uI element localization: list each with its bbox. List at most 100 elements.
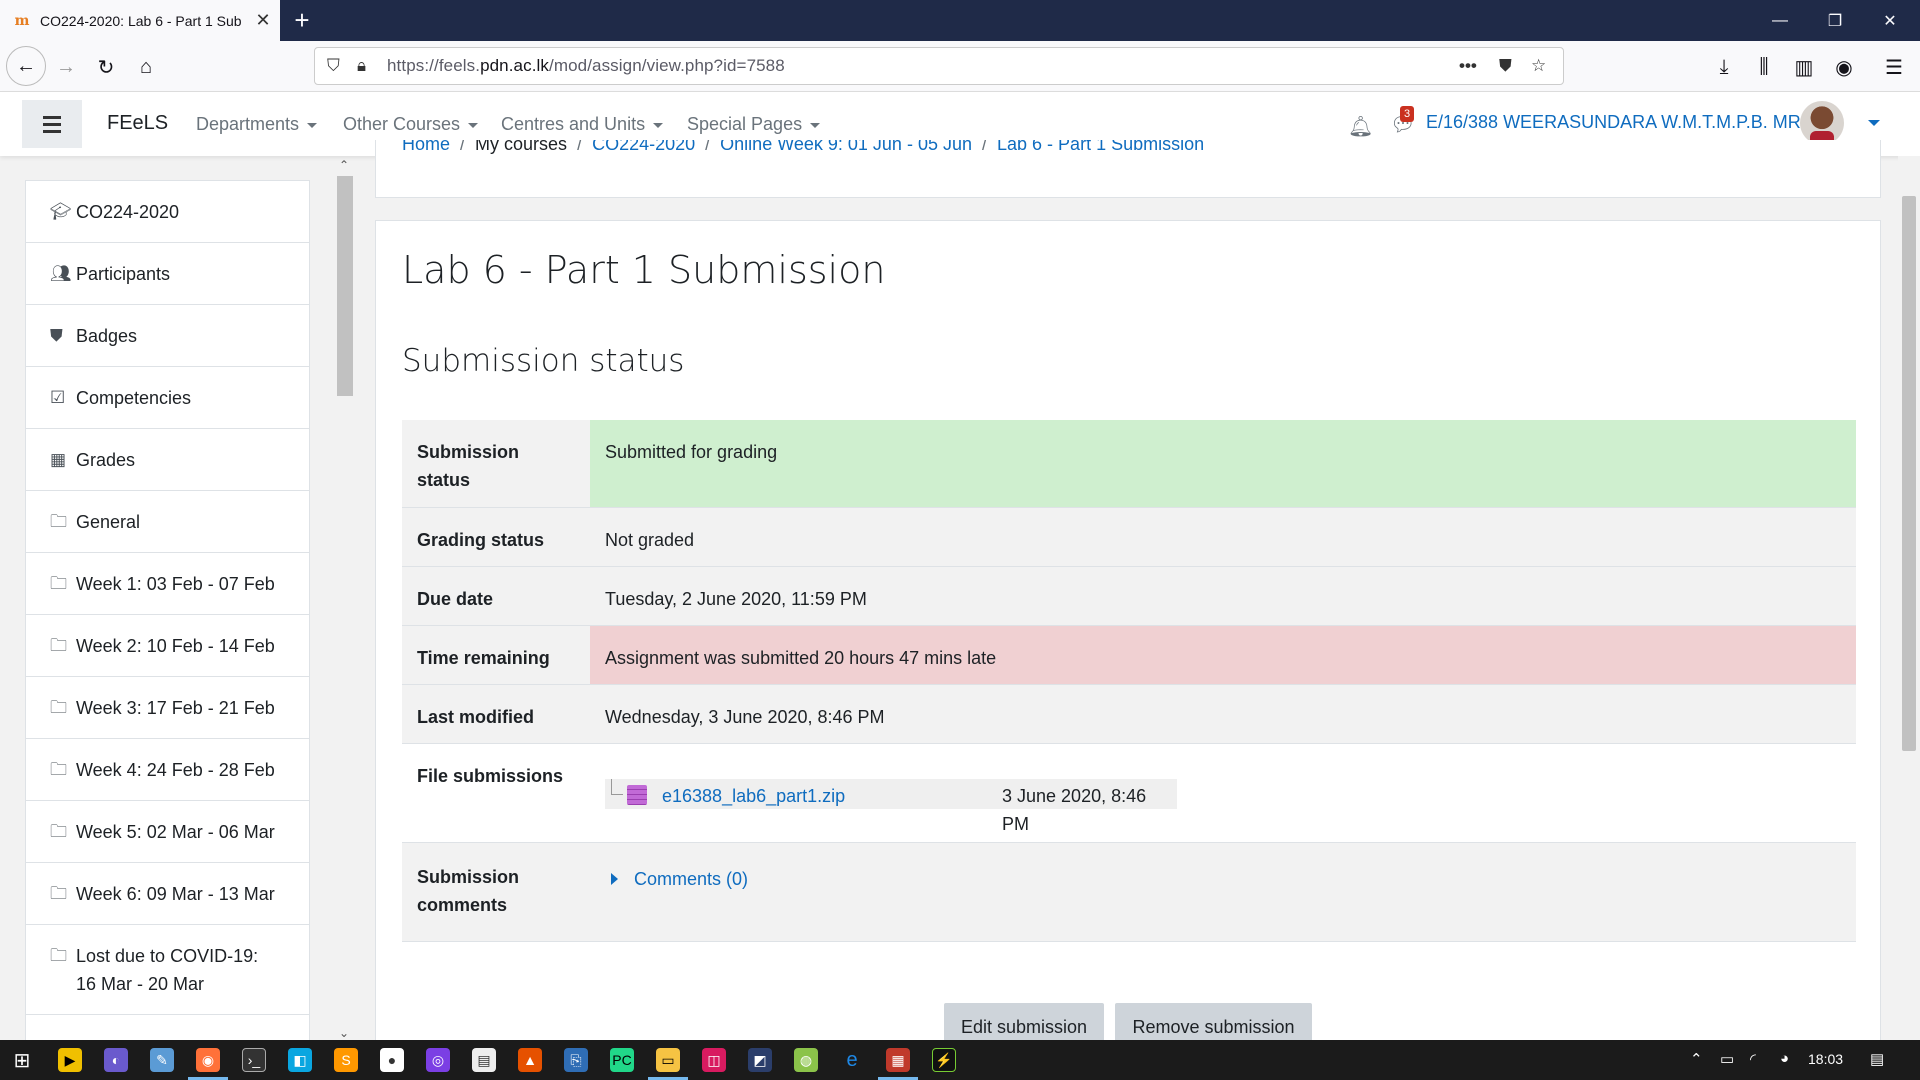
row-label: Submission status [417,442,520,490]
window-close-icon[interactable]: ✕ [1860,0,1920,41]
file-link[interactable]: e16388_lab6_part1.zip [662,782,845,810]
row-label: Grading status [417,530,545,550]
pocket-icon[interactable]: ⛊ [1499,56,1512,76]
avatar[interactable] [1800,101,1844,145]
matlab-icon[interactable]: ▲ [518,1048,542,1072]
breadcrumb-course[interactable]: CO224-2020 [592,140,695,154]
notification-bell-icon[interactable]: 🔔︎ [1348,114,1373,139]
media-player-icon[interactable]: ▶ [58,1048,82,1072]
windows-start-icon[interactable]: ⊞ [10,1048,34,1072]
site-brand[interactable]: FEeLS [107,112,168,135]
page-actions-icon[interactable]: ••• [1459,56,1477,76]
table-row: Due date Tuesday, 2 June 2020, 11:59 PM [402,567,1856,626]
pycharm-icon[interactable]: PC [610,1048,634,1072]
browser-tab[interactable]: m CO224-2020: Lab 6 - Part 1 Sub ✕ [0,0,280,41]
course-nav-drawer: 🎓︎ CO224-2020 👥︎ Participants ⛊ Badges ☑ Com… [25,180,310,1042]
app-icon[interactable]: ⚡ [932,1048,956,1072]
user-menu-caret-icon[interactable] [1868,120,1880,126]
users-icon: 👥︎ [50,264,72,283]
account-icon[interactable]: ◉ [1826,49,1862,85]
breadcrumb-week[interactable]: Online Week 9: 01 Jun - 05 Jun [720,140,972,154]
menu-special-pages[interactable]: Special Pages [687,114,821,135]
section-title: Submission status [402,343,685,379]
breadcrumb-my-courses[interactable]: My courses [475,140,567,154]
grading-status-value: Not graded [605,530,695,550]
file-explorer-icon[interactable]: ▭ [656,1048,680,1072]
user-menu-name[interactable]: E/16/388 WEERASUNDARA W.M.T.M.P.B. MR [1426,112,1801,133]
menu-departments[interactable]: Departments [196,114,318,135]
tray-app-icon[interactable]: ◕ [1780,1050,1789,1067]
firefox-icon[interactable]: ◉ [196,1048,220,1072]
home-icon[interactable]: ⌂ [128,49,164,85]
breadcrumb: Home / My courses / CO224-2020/Online Week 9… [402,140,1204,155]
sidebar-item-competencies[interactable]: ☑ Competencies [26,367,309,429]
chrome-icon[interactable]: ● [380,1048,404,1072]
drawer-toggle-button[interactable] [22,100,82,148]
graduation-cap-icon: 🎓︎ [50,202,72,221]
reload-icon[interactable]: ↻ [88,49,124,85]
url-bar[interactable]: ⛉ 🔒︎ https://feels.pdn.ac.lk/mod/assign/… [314,47,1564,85]
lock-icon[interactable]: 🔒︎ [357,56,366,76]
drawer-scroll-thumb[interactable] [337,176,353,396]
last-modified-value: Wednesday, 3 June 2020, 8:46 PM [605,707,885,727]
submission-status-value: Submitted for grading [590,420,1856,507]
bookmark-star-icon[interactable]: ☆ [1531,56,1546,76]
page-scroll-thumb[interactable] [1902,196,1916,751]
sublime-icon[interactable]: S [334,1048,358,1072]
app-icon[interactable]: ◐ [104,1048,128,1072]
sidebar-item-badges[interactable]: ⛊ Badges [26,305,309,367]
sidebar-item-week-4[interactable]: 🗀 Week 4: 24 Feb - 28 Feb [26,739,309,801]
library-icon[interactable]: ⫼ [1746,49,1782,85]
new-tab-icon[interactable]: + [287,6,317,36]
sidebar-item-course[interactable]: 🎓︎ CO224-2020 [26,181,309,243]
action-center-icon[interactable]: ▤ [1870,1050,1884,1068]
expand-triangle-icon [611,873,618,885]
sidebar-item-week-2[interactable]: 🗀 Week 2: 10 Feb - 14 Feb [26,615,309,677]
sidebar-item-week-5[interactable]: 🗀 Week 5: 02 Mar - 06 Mar [26,801,309,863]
sidebar-item-week-1[interactable]: 🗀 Week 1: 03 Feb - 07 Feb [26,553,309,615]
app-icon[interactable]: ◩ [748,1048,772,1072]
tray-chevron-icon[interactable]: ⌃ [1690,1050,1703,1068]
clock[interactable]: 18:03 [1808,1051,1843,1067]
folder-icon: 🗀 [50,512,67,531]
forward-icon[interactable]: → [48,49,84,85]
wifi-icon[interactable]: ◜ [1750,1050,1756,1068]
app-icon[interactable]: ▦ [886,1048,910,1072]
tab-close-icon[interactable]: ✕ [253,10,273,31]
breadcrumb-current[interactable]: Lab 6 - Part 1 Submission [997,140,1204,154]
sidebar-item-covid[interactable]: 🗀 Lost due to COVID-19: 16 Mar - 20 Mar [26,925,309,1015]
minimize-icon[interactable]: — [1750,0,1810,41]
sidebar-item-general[interactable]: 🗀 General [26,491,309,553]
document-icon[interactable]: ▤ [472,1048,496,1072]
battery-icon[interactable]: ▭ [1720,1050,1734,1068]
sidebar-item-week-3[interactable]: 🗀 Week 3: 17 Feb - 21 Feb [26,677,309,739]
browser-tab-bar: m CO224-2020: Lab 6 - Part 1 Sub ✕ + — ❐… [0,0,1920,41]
app-icon[interactable]: ⎘ [564,1048,588,1072]
menu-other-courses[interactable]: Other Courses [343,114,479,135]
sidebar-item-grades[interactable]: ▦ Grades [26,429,309,491]
downloads-icon[interactable]: ⤓ [1706,49,1742,85]
sidebar-toggle-icon[interactable]: ▥ [1786,49,1822,85]
app-icon[interactable]: ◎ [426,1048,450,1072]
sidebar-item-week-6[interactable]: 🗀 Week 6: 09 Mar - 13 Mar [26,863,309,925]
app-icon[interactable]: ◍ [794,1048,818,1072]
menu-centres-and-units[interactable]: Centres and Units [501,114,664,135]
drawer-scrollbar[interactable]: ⌃ ⌄ [335,158,355,1040]
notepad-icon[interactable]: ✎ [150,1048,174,1072]
url-text: https://feels.pdn.ac.lk/mod/assign/view.… [387,56,785,75]
breadcrumb-home[interactable]: Home [402,140,450,154]
file-date: 3 June 2020, 8:46 PM [1002,786,1147,834]
app-menu-icon[interactable]: ☰ [1876,49,1912,85]
scroll-up-icon[interactable]: ⌃ [339,158,349,172]
scroll-down-icon[interactable]: ⌄ [339,1026,349,1040]
comments-toggle[interactable]: Comments (0) [605,865,748,893]
sidebar-item-participants[interactable]: 👥︎ Participants [26,243,309,305]
terminal-icon[interactable]: ›_ [242,1048,266,1072]
edge-icon[interactable]: e [840,1048,864,1072]
back-icon[interactable]: ← [6,46,46,86]
restore-icon[interactable]: ❐ [1805,0,1865,41]
tracking-shield-icon[interactable]: ⛉ [327,56,340,76]
page-scrollbar[interactable] [1898,156,1920,1040]
app-icon[interactable]: ◧ [288,1048,312,1072]
app-icon[interactable]: ◫ [702,1048,726,1072]
